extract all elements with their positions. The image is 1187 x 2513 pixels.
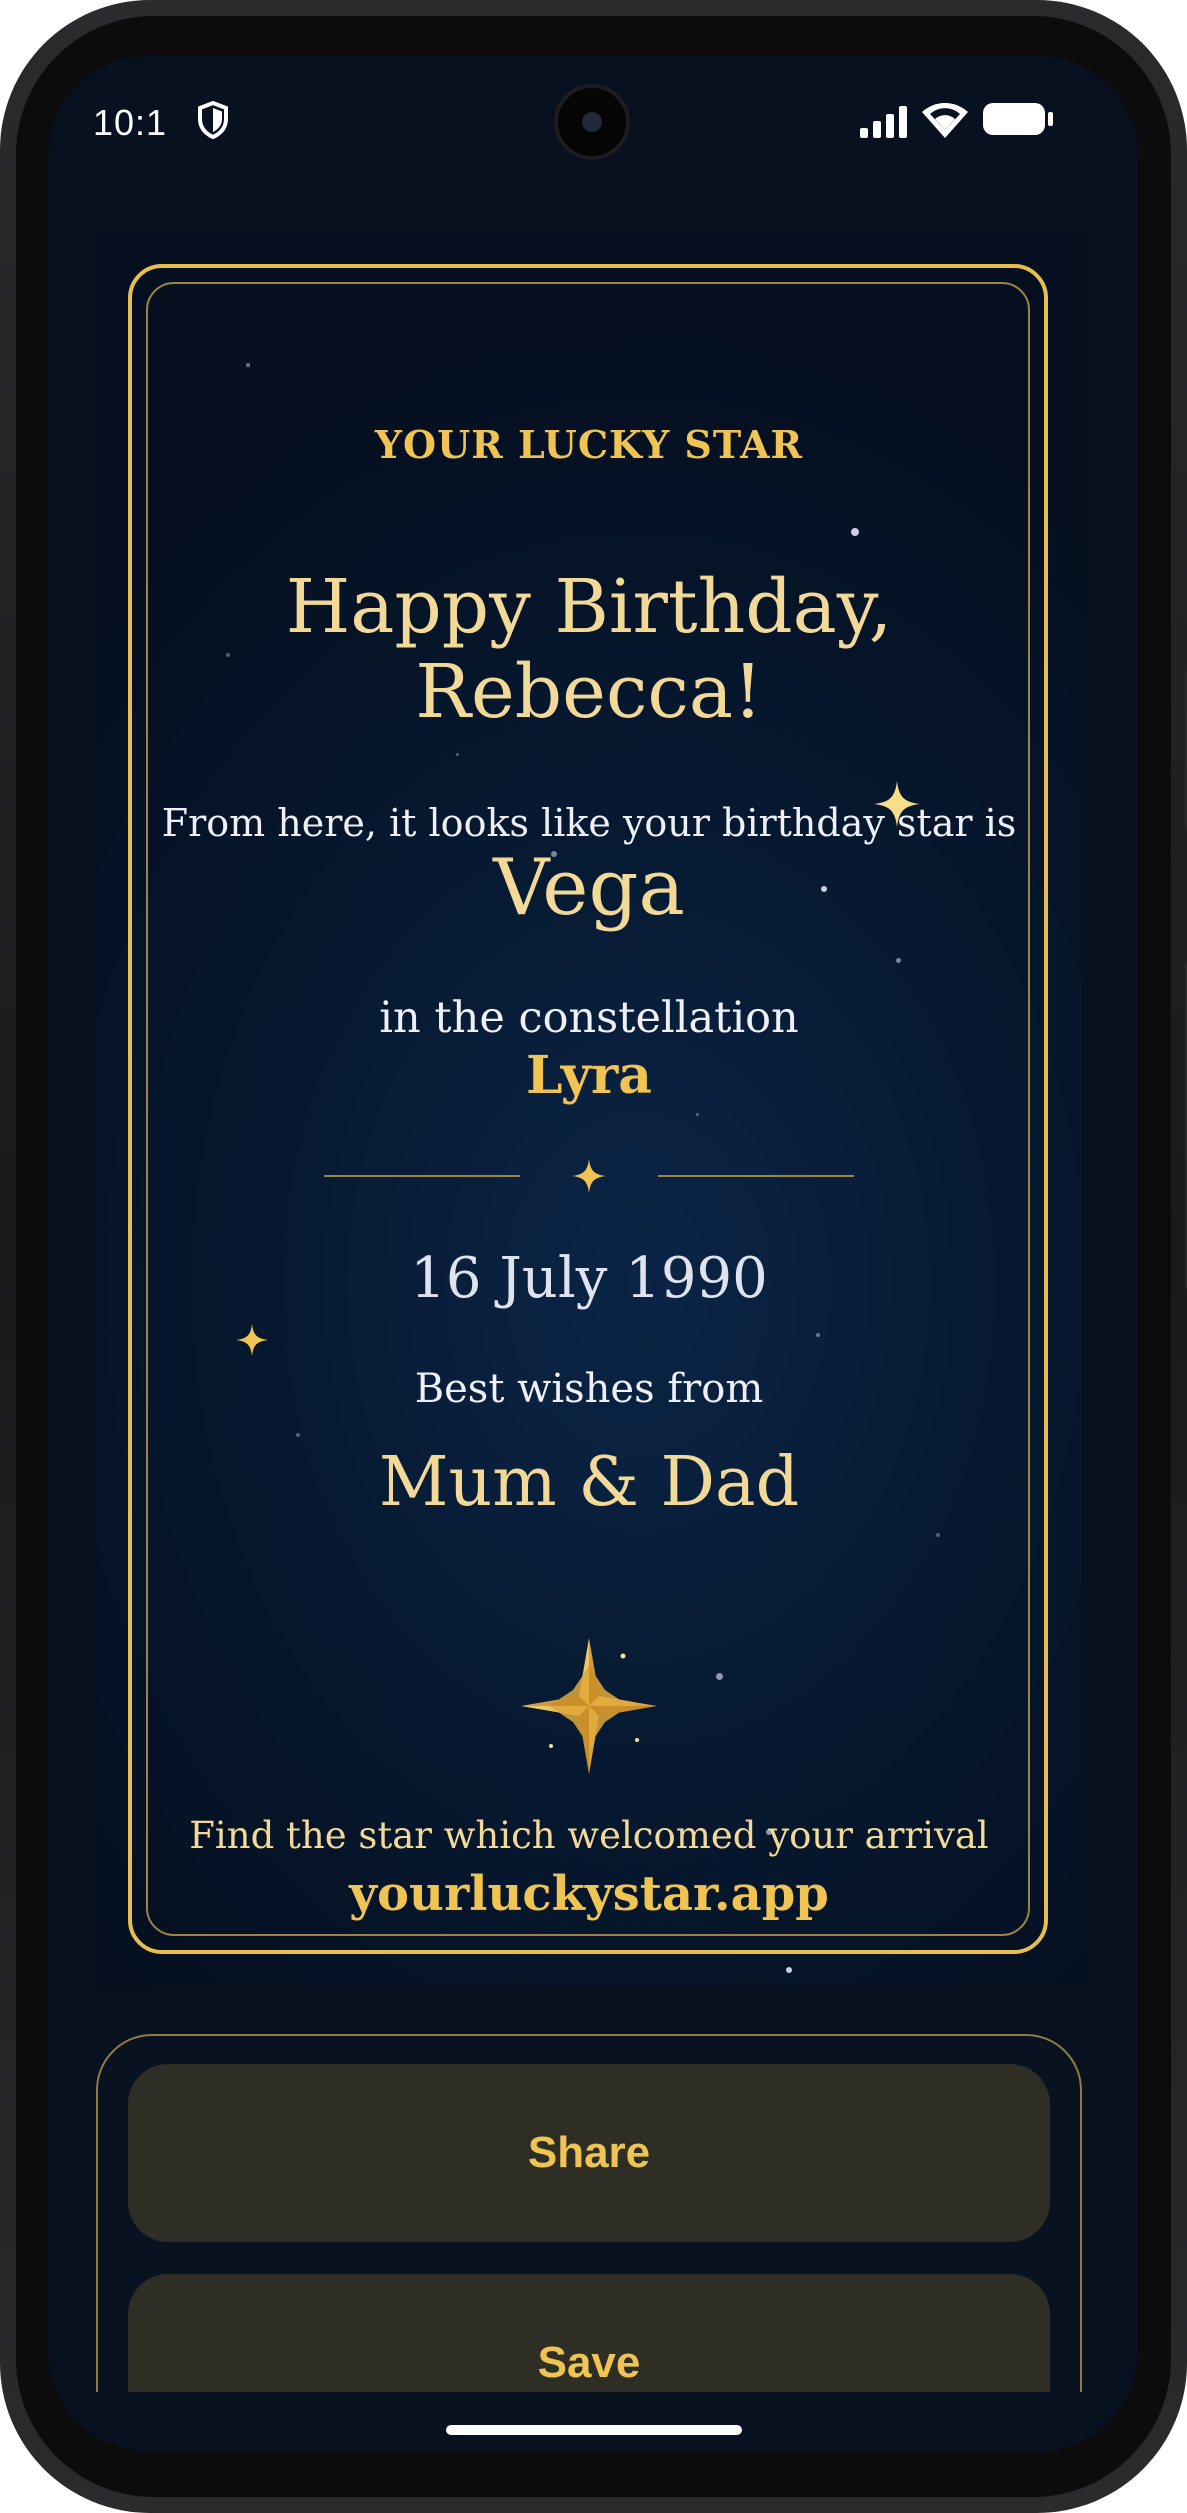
wishes-text: Best wishes from <box>414 1366 764 1412</box>
star-intro-text: From here, it looks like your birthday s… <box>161 801 1017 845</box>
screen: 10:1 YOUR LUCKY STAR Happy Birthday, Reb… <box>48 56 1138 2451</box>
birth-date: 16 July 1990 <box>410 1246 768 1311</box>
divider-left <box>324 1175 520 1177</box>
compass-star-icon <box>521 1638 657 1774</box>
status-bar: 10:1 <box>48 56 1138 186</box>
status-time: 10:1 <box>93 102 168 143</box>
constellation-name: Lyra <box>525 1045 652 1106</box>
sparkle-icon <box>236 1324 268 1356</box>
greeting-line-1: Happy Birthday, <box>285 564 893 650</box>
card-label: YOUR LUCKY STAR <box>374 422 804 467</box>
website-url[interactable]: yourluckystar.app <box>96 1866 1082 1922</box>
navigation-bar <box>48 2392 1138 2451</box>
battery-icon <box>983 103 1053 135</box>
greeting-line-2: Rebecca! <box>415 649 763 735</box>
divider-star-icon <box>572 1159 606 1193</box>
shield-icon <box>198 100 228 140</box>
star-name: Vega <box>493 843 685 933</box>
divider-right <box>658 1175 854 1177</box>
actions-panel: Share Save <box>96 2034 1082 2451</box>
sender-name: Mum & Dad <box>378 1443 800 1522</box>
sky-dot <box>786 1967 792 1973</box>
birthday-card: YOUR LUCKY STAR Happy Birthday, Rebecca!… <box>96 233 1082 1985</box>
greeting-title: Happy Birthday, Rebecca! <box>96 565 1082 735</box>
constellation-intro: in the constellation <box>379 993 799 1043</box>
wifi-icon <box>922 103 968 138</box>
signal-icon <box>860 106 907 138</box>
home-indicator[interactable] <box>446 2425 742 2435</box>
footer-tagline: Find the star which welcomed your arriva… <box>189 1814 989 1857</box>
phone-frame: 10:1 YOUR LUCKY STAR Happy Birthday, Reb… <box>0 0 1187 2513</box>
share-button[interactable]: Share <box>128 2064 1050 2242</box>
front-camera <box>554 84 630 160</box>
